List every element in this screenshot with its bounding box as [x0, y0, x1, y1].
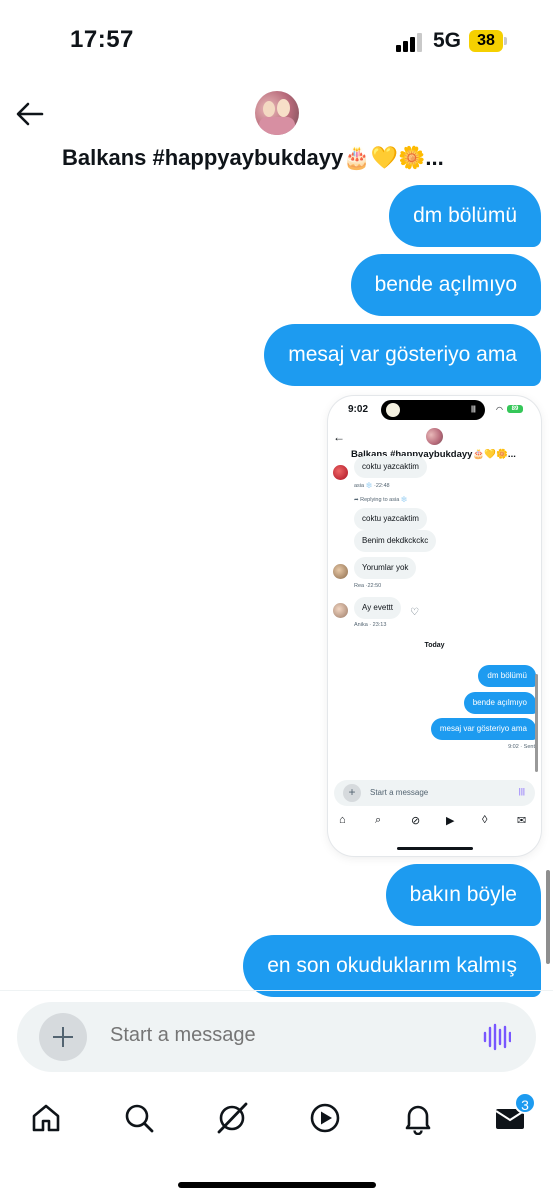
network-type: 5G	[433, 29, 462, 52]
attachment-battery: 89	[507, 405, 523, 413]
attachment-nav: ⌂ ⌕ ⊘ ▶ ◊ ✉	[328, 814, 541, 834]
search-icon	[125, 1104, 154, 1133]
incoming-message: coktu yazcaktim	[354, 456, 427, 478]
chat-title[interactable]: Balkans #happyaybukdayy🎂💛🌼...	[62, 145, 444, 171]
incoming-message: Benim dekdkckckc	[354, 530, 437, 552]
outgoing-message: dm bölümü	[478, 665, 536, 687]
battery-icon: 38	[469, 30, 507, 52]
dynamic-island: |||||	[381, 400, 485, 420]
message-bubble[interactable]: bende açılmıyo	[350, 254, 541, 316]
attachment-composer: + Start a message |||	[334, 780, 535, 806]
divider	[0, 990, 553, 991]
group-avatar[interactable]	[255, 91, 299, 135]
attachment-group-avatar	[426, 428, 443, 445]
home-icon: ⌂	[339, 814, 346, 826]
message-bubble[interactable]: mesaj var gösteriyo ama	[264, 324, 541, 386]
voice-icon: |||	[518, 787, 525, 796]
attachment-status-time: 9:02	[348, 404, 369, 415]
nav-grok[interactable]	[210, 1096, 254, 1140]
notifications-icon: ◊	[482, 814, 488, 826]
status-bar: 17:57 5G 38	[0, 0, 553, 80]
status-time: 17:57	[70, 26, 134, 53]
home-indicator	[397, 847, 473, 850]
image-attachment[interactable]: 9:02 ||||| ◠ 89 ← Balkans #happyaybukday…	[328, 396, 541, 856]
nav-video[interactable]	[303, 1096, 347, 1140]
video-icon	[310, 1103, 340, 1133]
cellular-signal-icon	[396, 33, 422, 52]
nav-search[interactable]	[117, 1096, 161, 1140]
message-composer	[17, 1002, 536, 1072]
plus-icon[interactable]	[39, 1013, 87, 1061]
avatar	[333, 603, 348, 618]
incoming-message: Yorumlar yok	[354, 557, 417, 579]
home-indicator	[178, 1182, 376, 1188]
grok-icon: ⊘	[411, 815, 421, 827]
reply-label: ➦ Replying to asia ❄️	[354, 497, 408, 503]
incoming-message: Ay evettt	[354, 597, 401, 619]
outgoing-message: bende açılmıyo	[463, 692, 536, 714]
app-logo-icon	[386, 403, 400, 417]
avatar	[333, 465, 348, 480]
message-meta: Rea ·22:50	[354, 583, 382, 589]
attachment-scrollbar	[535, 674, 538, 772]
scrollbar[interactable]	[546, 870, 550, 964]
nav-messages[interactable]: 3	[488, 1092, 536, 1140]
react-heart-icon: ♡	[410, 607, 419, 618]
message-bubble[interactable]: bakın böyle	[385, 864, 541, 926]
battery-level: 38	[469, 30, 503, 52]
grok-icon	[217, 1102, 248, 1134]
video-icon: ▶	[446, 815, 455, 827]
waveform-icon: |||||	[470, 406, 476, 413]
message-bubble[interactable]: dm bölümü	[389, 185, 541, 247]
message-bubble[interactable]: en son okuduklarım kalmış	[243, 935, 541, 997]
outgoing-message: mesaj var gösteriyo ama	[430, 718, 536, 740]
nav-notifications[interactable]	[396, 1096, 440, 1140]
voice-icon[interactable]	[483, 1023, 511, 1051]
message-meta: Anika · 23:13	[354, 622, 387, 628]
day-separator: Today	[424, 642, 445, 649]
message-input[interactable]	[110, 1024, 450, 1047]
sent-meta: 9:02 · Sent	[508, 744, 535, 750]
nav-home[interactable]	[24, 1096, 68, 1140]
messages-badge: 3	[514, 1092, 536, 1114]
message-meta: asia ❄️ ·22:48	[354, 483, 390, 489]
attachment-composer-placeholder: Start a message	[370, 788, 429, 797]
bottom-nav: 3	[0, 1090, 553, 1146]
messages-icon: ✉	[517, 815, 527, 827]
plus-icon: +	[343, 784, 361, 802]
notifications-icon	[405, 1105, 431, 1135]
avatar	[333, 564, 348, 579]
search-icon: ⌕	[375, 814, 382, 826]
home-icon	[32, 1104, 60, 1132]
arrow-left-icon[interactable]	[12, 96, 48, 132]
wifi-icon: ◠	[496, 405, 503, 414]
incoming-message: coktu yazcaktim	[354, 508, 427, 530]
attachment-back-icon: ←	[333, 430, 345, 444]
